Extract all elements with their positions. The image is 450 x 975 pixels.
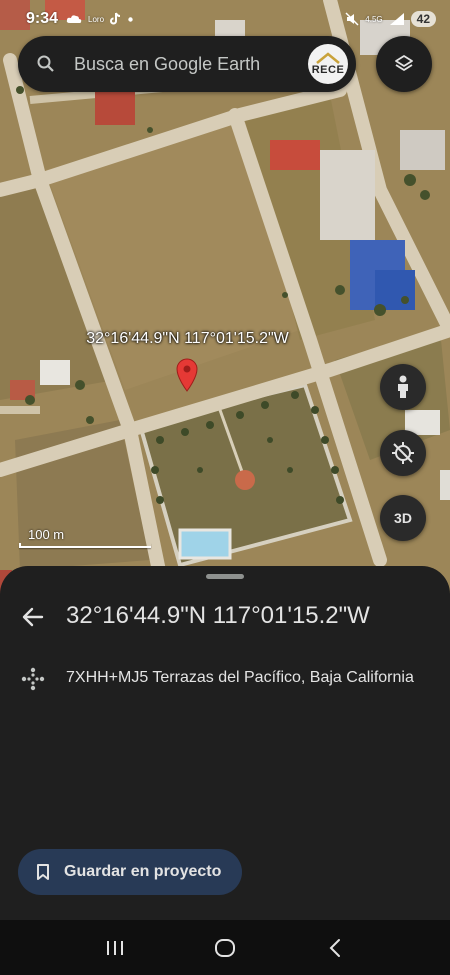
- back-nav-button[interactable]: [315, 928, 355, 968]
- chevron-left-icon: [329, 938, 340, 957]
- carrier-text: Loro: [88, 14, 105, 24]
- location-button[interactable]: [380, 430, 426, 476]
- back-arrow-icon: [22, 607, 44, 627]
- plus-code-address: 7XHH+MJ5 Terrazas del Pacífico, Baja Cal…: [66, 669, 414, 686]
- logo-roof-icon: [316, 52, 340, 64]
- save-button-label: Guardar en proyecto: [64, 863, 222, 880]
- battery-level: 42: [410, 11, 436, 27]
- profile-logo-text: RECE: [311, 64, 345, 76]
- sheet-drag-handle[interactable]: [206, 574, 244, 579]
- compass-off-icon: [392, 442, 414, 464]
- home-icon: [215, 938, 235, 957]
- scale-bar: [19, 543, 151, 548]
- layers-icon: [395, 55, 413, 71]
- street-view-button[interactable]: [380, 364, 426, 410]
- map-pin-icon[interactable]: [175, 358, 199, 397]
- search-icon: [18, 54, 74, 74]
- back-button[interactable]: [18, 602, 48, 632]
- 3d-toggle-button[interactable]: 3D: [380, 495, 426, 541]
- layers-button[interactable]: [376, 36, 432, 92]
- search-bar[interactable]: Busca en Google Earth RECE: [18, 36, 356, 92]
- bookmark-icon: [37, 864, 49, 880]
- pegman-icon: [398, 375, 408, 398]
- cloud-icon: [66, 15, 82, 23]
- notification-dot-icon: [128, 16, 133, 22]
- system-nav-bar: [0, 920, 450, 975]
- status-notification-icons: Loro: [66, 12, 133, 26]
- home-button[interactable]: [205, 928, 245, 968]
- location-details-sheet: 32°16'44.9"N 117°01'15.2"W 7XHH+MJ5 Terr…: [0, 566, 450, 920]
- sheet-title: 32°16'44.9"N 117°01'15.2"W: [66, 602, 370, 629]
- signal-icon: [389, 13, 404, 25]
- scale-label: 100 m: [28, 527, 65, 542]
- save-to-project-button[interactable]: Guardar en proyecto: [18, 849, 242, 895]
- status-time: 9:34: [26, 10, 59, 27]
- profile-avatar[interactable]: RECE: [308, 44, 348, 84]
- plus-code-icon: [21, 667, 45, 691]
- mute-icon: [345, 12, 359, 26]
- map-coordinate-label: 32°16'44.9"N 117°01'15.2"W: [86, 330, 289, 347]
- status-bar: 9:34 Loro 4.5G 42: [0, 0, 450, 38]
- recent-apps-icon: [107, 940, 123, 955]
- recent-apps-button[interactable]: [95, 928, 135, 968]
- network-type: 4.5G: [365, 14, 383, 24]
- tiktok-icon: [110, 12, 121, 25]
- status-system-icons: 4.5G 42: [345, 11, 436, 27]
- search-input[interactable]: Busca en Google Earth: [74, 54, 308, 75]
